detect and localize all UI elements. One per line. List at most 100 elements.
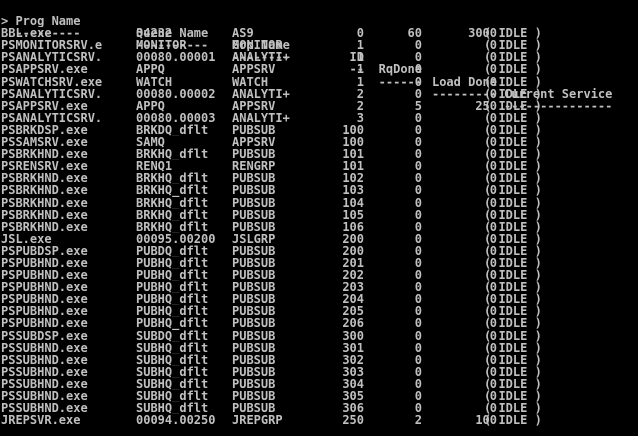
grp-name-cell: PUBSUB [232,172,276,185]
service-state: IDLE [498,160,528,173]
service-state: IDLE [498,87,528,100]
table-row: PSPUBHND.exe PUBHQ_dflt PUBSUB 206 0 0( IDLE … [0,317,638,329]
service-state: IDLE [498,196,528,209]
service-state: IDLE [498,111,528,124]
prog-name-cell: PSPUBHND.exe [1,281,88,294]
table-row: PSANALYTICSRV. 00080.00001 ANALYTI+ 1 0 0( ID… [0,51,638,63]
table-row: PSAPPSRV.exe APPQ APPSRV 1 0 0( IDLE ) [0,63,638,75]
rqdone-cell: 0 [414,184,422,197]
prog-name-cell: PSWATCHSRV.exe [1,75,103,88]
process-table: BBL.exe 34232 AS9 0 60 3000( IDLE ) PSMONITORS… [0,27,638,426]
current-service-cell: ( IDLE ) [484,184,542,197]
grp-name-cell: PUBSUB [232,317,276,330]
queue-name-cell: BRKHQ_dflt [136,148,209,161]
rqdone-cell: 0 [414,136,422,149]
service-state: IDLE [498,244,528,257]
rqdone-cell: 60 [407,27,422,40]
id-cell: 302 [342,353,364,366]
rqdone-cell: 2 [414,414,422,427]
prog-name-cell: PSRENSRV.exe [1,160,88,173]
service-state: IDLE [498,377,528,390]
queue-name-cell: APPQ [136,63,165,76]
current-service-cell: ( IDLE ) [484,305,542,318]
id-cell: 1 [356,75,364,88]
current-service-cell: ( IDLE ) [484,317,542,330]
table-row: PSPUBHND.exe PUBHQ_dflt PUBSUB 203 0 0( IDLE … [0,281,638,293]
id-cell: 2 [356,87,364,100]
current-service-cell: ( IDLE ) [484,196,542,209]
id-cell: 101 [342,148,364,161]
rqdone-cell: 0 [414,305,422,318]
id-cell: 305 [342,390,364,403]
queue-name-cell: SAMQ [136,136,165,149]
rqdone-cell: 0 [414,63,422,76]
prog-name-cell: PSSUBHND.exe [1,341,88,354]
id-cell: 103 [342,184,364,197]
prog-name-cell: PSPUBDSP.exe [1,244,88,257]
id-cell: 304 [342,377,364,390]
queue-name-cell: 34232 [136,27,173,40]
grp-name-cell: PUBSUB [232,184,276,197]
console-window[interactable]: > Prog Name Queue Name Grp Name ID RqDon… [0,0,638,436]
grp-name-cell: PUBSUB [232,281,276,294]
prog-name-cell: PSSUBHND.exe [1,365,88,378]
queue-name-cell: SUBHQ_dflt [136,353,209,366]
queue-name-cell: SUBDQ_dflt [136,329,209,342]
grp-name-cell: PUBSUB [232,402,276,415]
rqdone-cell: 0 [414,111,422,124]
service-state: IDLE [498,293,528,306]
service-state: IDLE [498,220,528,233]
table-row: PSPUBHND.exe PUBHQ_dflt PUBSUB 204 0 0( IDLE … [0,293,638,305]
service-state: IDLE [498,172,528,185]
rqdone-cell: 0 [414,148,422,161]
grp-name-cell: AS9 [232,27,254,40]
rqdone-cell: 0 [414,123,422,137]
table-row: PSSUBHND.exe SUBHQ_dflt PUBSUB 301 0 0( IDLE … [0,342,638,354]
table-row: PSSUBHND.exe SUBHQ_dflt PUBSUB 305 0 0( IDLE … [0,390,638,402]
service-state: IDLE [498,353,528,366]
queue-name-cell: WATCH [136,75,173,88]
grp-name-cell: WATCH [232,75,269,88]
current-service-cell: ( IDLE ) [484,256,542,270]
current-service-cell: ( IDLE ) [484,172,542,185]
rqdone-cell: 0 [414,390,422,403]
rqdone-cell: 0 [414,365,422,378]
rqdone-cell: 0 [414,196,422,209]
table-row: PSSUBHND.exe SUBHQ_dflt PUBSUB 306 0 0( IDLE … [0,402,638,414]
id-cell: 2 [356,99,364,112]
id-cell: 206 [342,317,364,330]
grp-name-cell: ANALYTI+ [232,87,290,100]
grp-name-cell: APPSRV [232,136,276,149]
queue-name-cell: BRKHQ_dflt [136,196,209,209]
table-row: PSAPPSRV.exe APPQ APPSRV 2 5 250( IDLE ) [0,100,638,112]
queue-name-cell: PUBHQ_dflt [136,269,209,282]
queue-name-cell: MONITOR [136,39,187,52]
prog-name-cell: PSPUBHND.exe [1,317,88,330]
queue-name-cell: APPQ [136,99,165,112]
rqdone-cell: 0 [414,87,422,100]
id-cell: 3 [356,111,364,124]
rqdone-cell: 0 [414,51,422,64]
grp-name-cell: PUBSUB [232,208,276,221]
id-cell: 301 [342,341,364,354]
id-cell: 250 [342,414,364,427]
grp-name-cell: PUBSUB [232,377,276,390]
id-cell: 1 [356,51,364,64]
service-state: IDLE [498,63,528,76]
current-service-cell: ( IDLE ) [484,51,542,64]
table-row: PSBRKHND.exe BRKHQ_dflt PUBSUB 106 0 0( IDLE … [0,221,638,233]
queue-name-cell: SUBHQ_dflt [136,341,209,354]
current-service-cell: ( IDLE ) [484,63,542,76]
queue-name-cell: SUBHQ_dflt [136,377,209,390]
prog-name-cell: JSL.exe [1,232,52,245]
current-service-cell: ( IDLE ) [484,148,542,161]
prog-name-cell: PSSAMSRV.exe [1,136,88,149]
queue-name-cell: SUBHQ_dflt [136,402,209,415]
rqdone-cell: 0 [414,377,422,390]
header-separator-row: --------- ---------- -------- -- ------ … [0,15,638,112]
grp-name-cell: PUBSUB [232,269,276,282]
rqdone-cell: 0 [414,256,422,270]
rqdone-cell: 5 [414,99,422,112]
current-service-cell: ( IDLE ) [484,390,542,403]
queue-name-cell: PUBHQ_dflt [136,305,209,318]
